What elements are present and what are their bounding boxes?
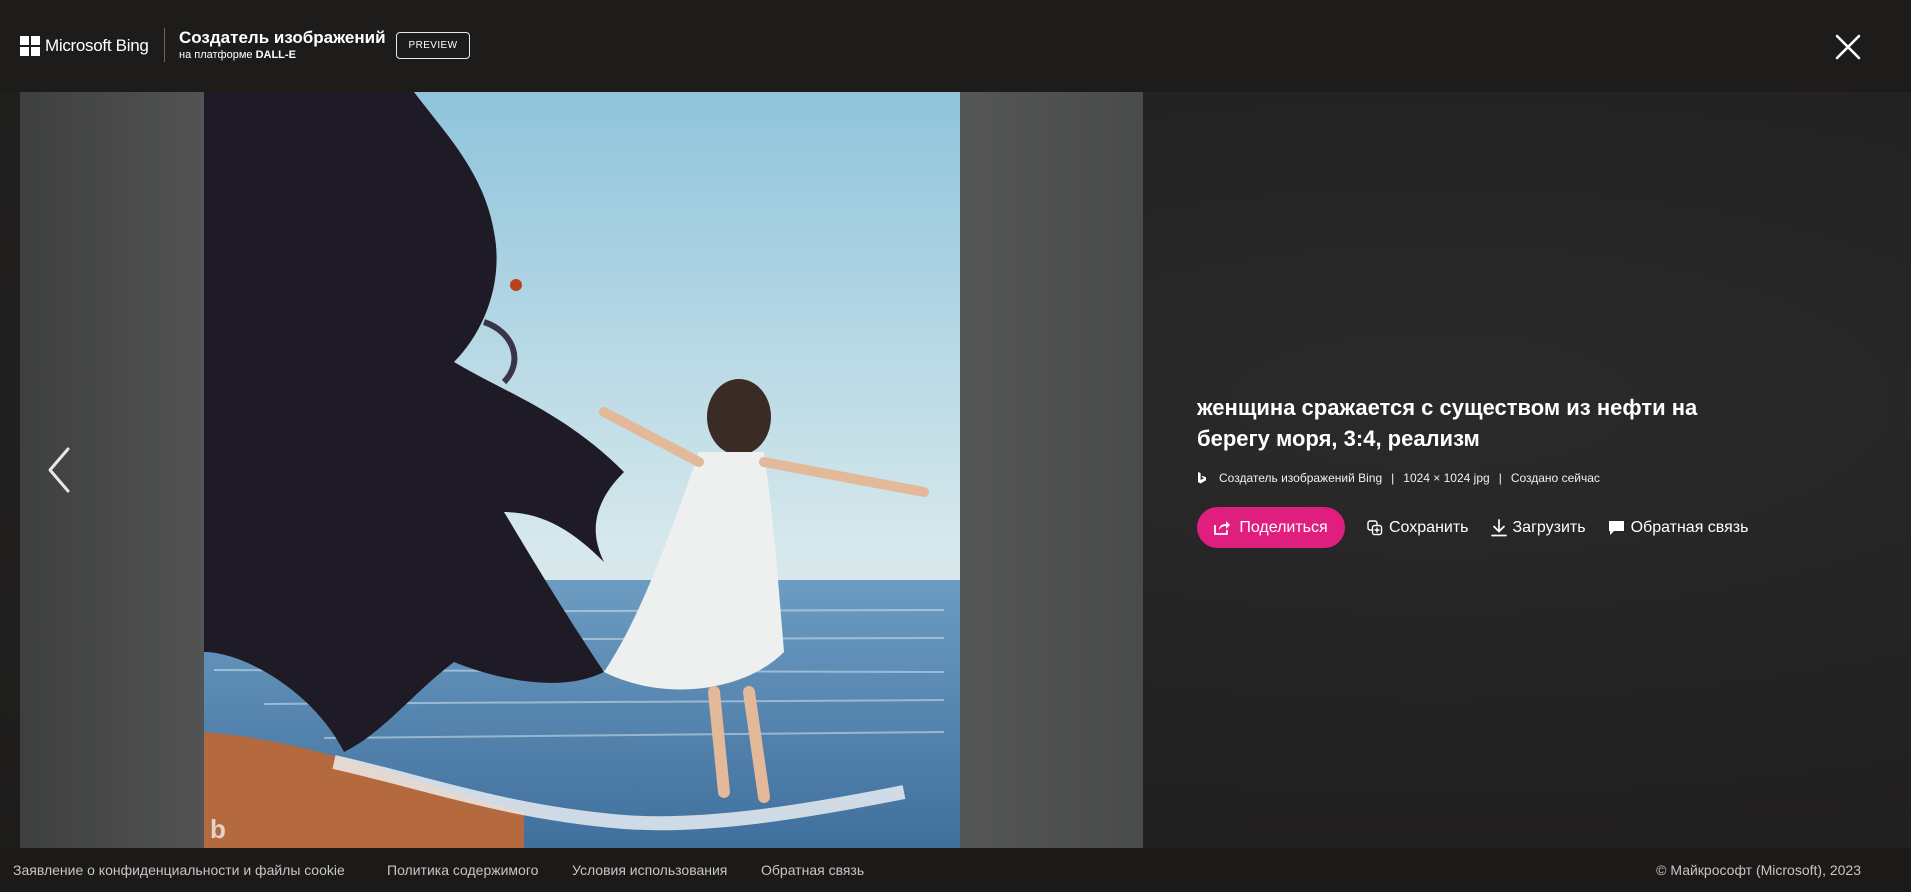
page-subtitle: на платформе DALL-E <box>179 49 296 61</box>
download-icon <box>1490 518 1507 536</box>
meta-source: Создатель изображений Bing <box>1219 471 1383 485</box>
feedback-button[interactable]: Обратная связь <box>1608 518 1749 537</box>
svg-text:b: b <box>210 814 226 844</box>
brand-name[interactable]: Microsoft Bing <box>45 36 149 56</box>
subtitle-engine: DALL-E <box>255 49 296 61</box>
action-bar: Поделиться Сохранить Загрузить Обратная … <box>1197 507 1748 548</box>
footer-link-terms[interactable]: Условия использования <box>572 862 727 878</box>
copyright: © Майкрософт (Microsoft), 2023 <box>1656 862 1861 878</box>
page-title[interactable]: Создатель изображений <box>179 28 386 48</box>
meta-created: Создано сейчас <box>1510 471 1600 485</box>
share-label: Поделиться <box>1239 518 1328 536</box>
save-icon <box>1367 519 1383 535</box>
microsoft-logo-icon[interactable] <box>20 36 40 56</box>
meta-separator: | <box>1498 471 1502 485</box>
meta-dimensions: 1024 × 1024 jpg <box>1403 471 1490 485</box>
chevron-left-icon[interactable] <box>44 445 74 495</box>
preview-badge: PREVIEW <box>396 32 470 59</box>
footer-link-privacy[interactable]: Заявление о конфиденциальности и файлы c… <box>13 862 345 878</box>
panel-right-blur <box>959 92 1143 848</box>
feedback-label: Обратная связь <box>1630 518 1749 536</box>
header: Microsoft Bing Создатель изображений на … <box>0 0 1911 92</box>
image-meta: Создатель изображений Bing | 1024 × 1024… <box>1197 471 1600 485</box>
download-label: Загрузить <box>1512 518 1586 536</box>
generated-image[interactable]: b <box>204 92 960 848</box>
save-label: Сохранить <box>1389 518 1469 536</box>
save-button[interactable]: Сохранить <box>1367 519 1469 537</box>
footer-link-content-policy[interactable]: Политика содержимого <box>387 862 538 878</box>
footer-link-feedback[interactable]: Обратная связь <box>761 862 864 878</box>
meta-separator: | <box>1391 471 1395 485</box>
footer: Заявление о конфиденциальности и файлы c… <box>0 848 1911 892</box>
image-caption: женщина сражается с существом из нефти н… <box>1197 395 1698 451</box>
feedback-icon <box>1608 520 1624 535</box>
subtitle-prefix: на платформе <box>179 49 253 61</box>
download-button[interactable]: Загрузить <box>1490 518 1586 537</box>
close-icon[interactable] <box>1833 32 1863 62</box>
share-icon <box>1214 521 1231 535</box>
header-divider <box>164 28 165 62</box>
bing-icon <box>1198 472 1206 484</box>
share-button[interactable]: Поделиться <box>1197 507 1345 548</box>
